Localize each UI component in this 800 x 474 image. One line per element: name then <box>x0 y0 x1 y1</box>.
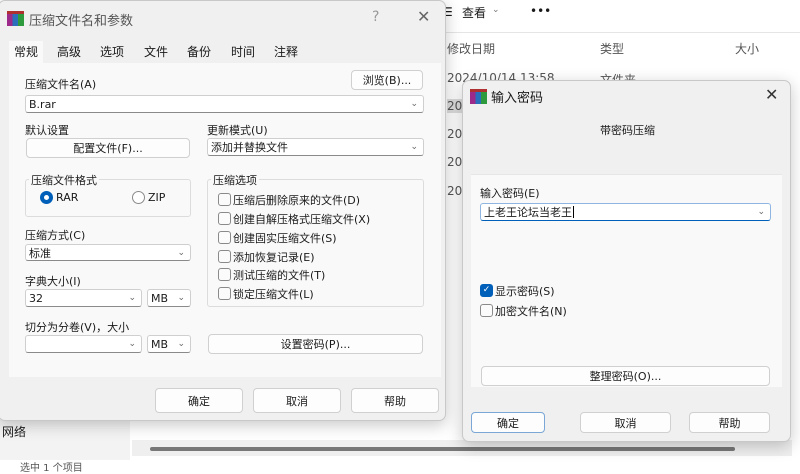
checkbox-delete-after[interactable] <box>218 193 231 206</box>
dict-value: 32 <box>29 291 43 305</box>
radio-rar-label[interactable]: RAR <box>56 191 78 204</box>
update-mode-select[interactable]: 添加并替换文件 ⌄ <box>207 138 424 156</box>
cancel-button[interactable]: 取消 <box>580 412 671 433</box>
tab-general[interactable]: 常规 <box>9 41 44 63</box>
winrar-logo-icon <box>470 89 487 104</box>
show-password-checkbox[interactable]: ✓ <box>480 284 493 297</box>
password-input[interactable]: 上老王论坛当老王 ⌄ <box>480 203 771 221</box>
text-cursor <box>573 206 574 218</box>
chevron-down-icon: ⌄ <box>177 339 185 349</box>
column-header-date[interactable]: 修改日期 <box>447 40 495 57</box>
tab-backup[interactable]: 备份 <box>182 41 217 63</box>
checkbox-lock[interactable] <box>218 287 231 300</box>
chevron-down-icon: ⌄ <box>177 247 185 258</box>
split-unit-value: MB <box>151 337 169 351</box>
checkbox-test[interactable] <box>218 268 231 281</box>
split-label: 切分为分卷(V)，大小 <box>25 321 130 334</box>
tab-options[interactable]: 选项 <box>95 41 130 63</box>
tab-comment[interactable]: 注释 <box>269 41 304 63</box>
option-label[interactable]: 创建自解压格式压缩文件(X) <box>233 211 370 227</box>
option-label[interactable]: 添加恢复记录(E) <box>233 249 315 265</box>
chevron-down-icon: ⌄ <box>757 207 765 217</box>
method-label: 压缩方式(C) <box>25 229 86 242</box>
encrypt-names-checkbox[interactable] <box>480 304 493 317</box>
browse-button[interactable]: 浏览(B)... <box>351 70 423 90</box>
archive-params-dialog: 压缩文件名和参数 ? ✕ 常规 高级 选项 文件 备份 时间 注释 压缩文件名(… <box>0 0 446 421</box>
radio-zip-label[interactable]: ZIP <box>148 191 165 204</box>
organize-passwords-button[interactable]: 整理密码(O)... <box>481 366 770 386</box>
split-select[interactable]: ⌄ <box>25 335 142 353</box>
dict-label: 字典大小(I) <box>25 275 81 288</box>
chevron-down-icon: ⌄ <box>492 5 500 15</box>
password-label: 输入密码(E) <box>480 187 540 200</box>
chevron-down-icon: ⌄ <box>128 293 136 303</box>
dict-select[interactable]: 32 ⌄ <box>25 289 142 307</box>
password-dialog: 输入密码 ✕ 带密码压缩 输入密码(E) 上老王论坛当老王 ⌄ ✓ 显示密码(S)… <box>462 80 791 442</box>
radio-zip[interactable] <box>132 191 145 204</box>
chevron-down-icon: ⌄ <box>177 293 185 303</box>
method-select[interactable]: 标准 ⌄ <box>25 244 191 261</box>
option-label[interactable]: 创建固实压缩文件(S) <box>233 230 337 246</box>
archive-name-label: 压缩文件名(A) <box>25 78 97 91</box>
method-value: 标准 <box>29 246 51 260</box>
update-mode-label: 更新模式(U) <box>207 124 268 137</box>
help-button[interactable]: 帮助 <box>351 388 439 413</box>
dialog-subtitle: 带密码压缩 <box>600 124 655 137</box>
chevron-down-icon: ⌄ <box>410 142 418 152</box>
profiles-button[interactable]: 配置文件(F)... <box>26 138 190 158</box>
close-icon[interactable]: ✕ <box>417 7 430 26</box>
ok-button[interactable]: 确定 <box>471 412 545 433</box>
default-settings-label: 默认设置 <box>25 124 69 137</box>
help-icon[interactable]: ? <box>372 9 379 25</box>
column-header-type[interactable]: 类型 <box>600 40 624 57</box>
scrollbar-thumb[interactable] <box>150 447 735 451</box>
option-label[interactable]: 锁定压缩文件(L) <box>233 286 314 302</box>
update-mode-value: 添加并替换文件 <box>211 141 288 154</box>
tab-advanced[interactable]: 高级 <box>52 41 87 63</box>
column-header-size[interactable]: 大小 <box>735 40 759 57</box>
split-unit-select[interactable]: MB ⌄ <box>147 335 191 353</box>
set-password-button[interactable]: 设置密码(P)... <box>208 334 423 354</box>
encrypt-names-label[interactable]: 加密文件名(N) <box>495 303 567 319</box>
checkbox-solid[interactable] <box>218 231 231 244</box>
dialog-title: 压缩文件名和参数 <box>29 14 134 29</box>
archive-name-field[interactable]: B.rar ⌄ <box>25 95 424 113</box>
close-icon[interactable]: ✕ <box>765 85 778 104</box>
password-value: 上老王论坛当老王 <box>484 206 572 219</box>
cancel-button[interactable]: 取消 <box>253 388 341 413</box>
archive-name-value: B.rar <box>29 97 56 111</box>
ok-button[interactable]: 确定 <box>155 388 243 413</box>
dict-unit-value: MB <box>151 291 169 305</box>
help-button[interactable]: 帮助 <box>689 412 770 433</box>
tab-time[interactable]: 时间 <box>226 41 261 63</box>
checkbox-sfx[interactable] <box>218 212 231 225</box>
winrar-logo-icon <box>7 11 24 26</box>
nav-network[interactable]: 网络 <box>2 423 26 440</box>
dict-unit-select[interactable]: MB ⌄ <box>147 289 191 307</box>
option-label[interactable]: 压缩后删除原来的文件(D) <box>233 192 360 208</box>
more-button[interactable]: ••• <box>530 4 551 18</box>
radio-rar[interactable] <box>40 191 53 204</box>
tab-files[interactable]: 文件 <box>139 41 174 63</box>
dialog-title: 输入密码 <box>491 91 544 106</box>
show-password-label[interactable]: 显示密码(S) <box>495 283 555 299</box>
format-label: 压缩文件格式 <box>29 172 99 188</box>
chevron-down-icon: ⌄ <box>410 99 418 109</box>
options-label: 压缩选项 <box>211 172 259 188</box>
checkbox-recovery[interactable] <box>218 250 231 263</box>
chevron-down-icon: ⌄ <box>128 339 136 349</box>
view-button[interactable]: 查看 <box>462 4 486 21</box>
option-label[interactable]: 测试压缩的文件(T) <box>233 267 325 283</box>
